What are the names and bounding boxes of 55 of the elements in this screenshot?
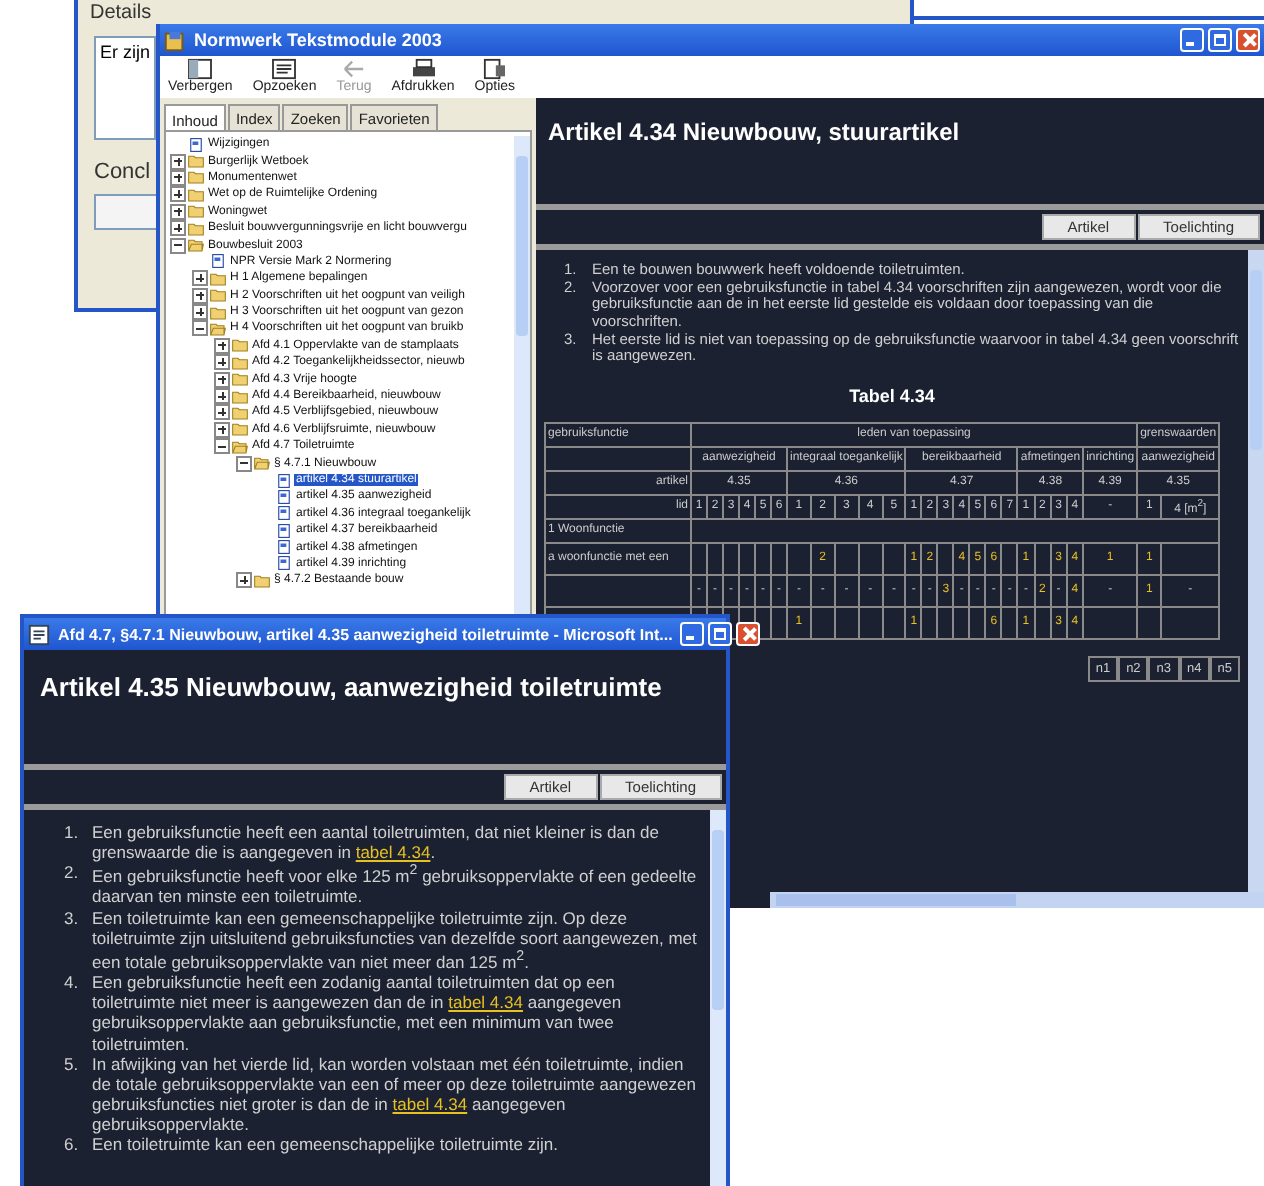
list-item-text: Een toiletruimte kan een gemeenschappelijke toiletruimte zijn. Op deze toiletruimte zijn uitsluitend gebruiksfuncties van dezelfde soort aangewezen, met een totale gebruiksoppervlakte van niet meer dan 125 m$^{2}$. <box>92 907 699 972</box>
expander-icon[interactable] <box>192 304 208 321</box>
window-title: Afd 4.7, §4.7.1 Nieuwbouw, artikel 4.35 aanwezigheid toiletruimte - Microsoft Int... <box>58 625 673 643</box>
folder-icon <box>254 456 270 471</box>
minimize-button[interactable] <box>680 622 705 646</box>
conclusion-label: Concl <box>94 160 151 184</box>
expander-icon[interactable] <box>236 572 252 589</box>
list-number: 4. <box>64 971 81 996</box>
list-number: 6. <box>64 1134 81 1156</box>
list-item-text: Een gebruiksfunctie heeft voor elke 125 m$^{2}$ gebruiksoppervlakte of een gedeelte daarvan ten minste een toiletruimte. <box>92 862 699 908</box>
scrollbar[interactable] <box>710 810 726 1186</box>
expander-icon[interactable] <box>170 220 186 237</box>
details-field[interactable]: Er zijn <box>94 36 156 140</box>
page-icon <box>188 137 204 152</box>
details-label: Details <box>90 2 152 24</box>
expander-icon[interactable] <box>214 421 230 438</box>
expander-icon[interactable] <box>170 186 186 203</box>
table-link[interactable]: tabel 4.34 <box>392 1094 468 1115</box>
article-heading: Artikel 4.35 Nieuwbouw, aanwezigheid toiletruimte <box>40 672 662 702</box>
scrollbar[interactable] <box>1248 250 1264 892</box>
table-link[interactable]: tabel 4.34 <box>355 842 431 863</box>
list-item-text: In afwijking van het vierde lid, kan worden volstaan met één toiletruimte, indien de totale gebruiksoppervlakte van een of meer op deze toiletruimte aangewezen gebruiksfuncties niet groter is dan de in tabel 4.34 aangegeven gebruiksoppervlakte. <box>92 1053 698 1135</box>
conclusion-field[interactable] <box>94 194 160 230</box>
expander-icon[interactable] <box>214 354 230 371</box>
back-arrow-icon <box>339 58 368 80</box>
minimize-button[interactable] <box>1180 28 1204 52</box>
expander-icon[interactable] <box>214 337 230 354</box>
expander-icon[interactable] <box>192 270 208 287</box>
expander-icon[interactable] <box>214 371 230 388</box>
expander-icon[interactable] <box>214 404 230 421</box>
article-heading: Artikel 4.34 Nieuwbouw, stuurartikel <box>548 118 960 146</box>
table-link[interactable]: tabel 4.34 <box>448 992 523 1013</box>
window-title: Normwerk Tekstmodule 2003 <box>194 30 442 50</box>
expander-icon[interactable] <box>214 388 230 405</box>
list-number: 5. <box>64 1053 81 1078</box>
expander-icon[interactable] <box>236 455 252 472</box>
list-item-text: Een toiletruimte kan een gemeenschappelijke toiletruimte zijn. <box>92 1134 558 1156</box>
expander-icon[interactable] <box>170 237 186 254</box>
expander-icon[interactable] <box>214 438 230 455</box>
page-icon <box>210 254 226 269</box>
scrollbar[interactable] <box>770 892 1264 908</box>
table-title: Tabel 4.34 <box>847 385 937 406</box>
expander-icon[interactable] <box>192 287 208 304</box>
list-number: 1. <box>64 822 81 846</box>
list-number: 3. <box>64 907 81 932</box>
maximize-button[interactable] <box>708 622 733 646</box>
folder-icon <box>254 573 270 588</box>
expander-icon[interactable] <box>170 203 186 220</box>
page-icon <box>28 623 50 645</box>
expander-icon[interactable] <box>192 320 208 337</box>
expander-icon[interactable] <box>170 153 186 170</box>
close-button[interactable] <box>736 622 761 646</box>
list-item-text: Een gebruiksfunctie heeft een aantal toiletruimten, dat niet kleiner is dan de grenswaarde die is aangegeven in tabel 4.34. <box>92 822 662 863</box>
list-number: 2. <box>64 862 81 887</box>
list-item-text: Een gebruiksfunctie heeft een zodanig aantal toiletruimten dat op een toiletruimte niet meer is aangewezen dan de in tabel 4.34 aangegeven gebruiksoppervlakte aan gebruiksfunctie, met een minimum van twee toiletruimten. <box>92 971 624 1054</box>
